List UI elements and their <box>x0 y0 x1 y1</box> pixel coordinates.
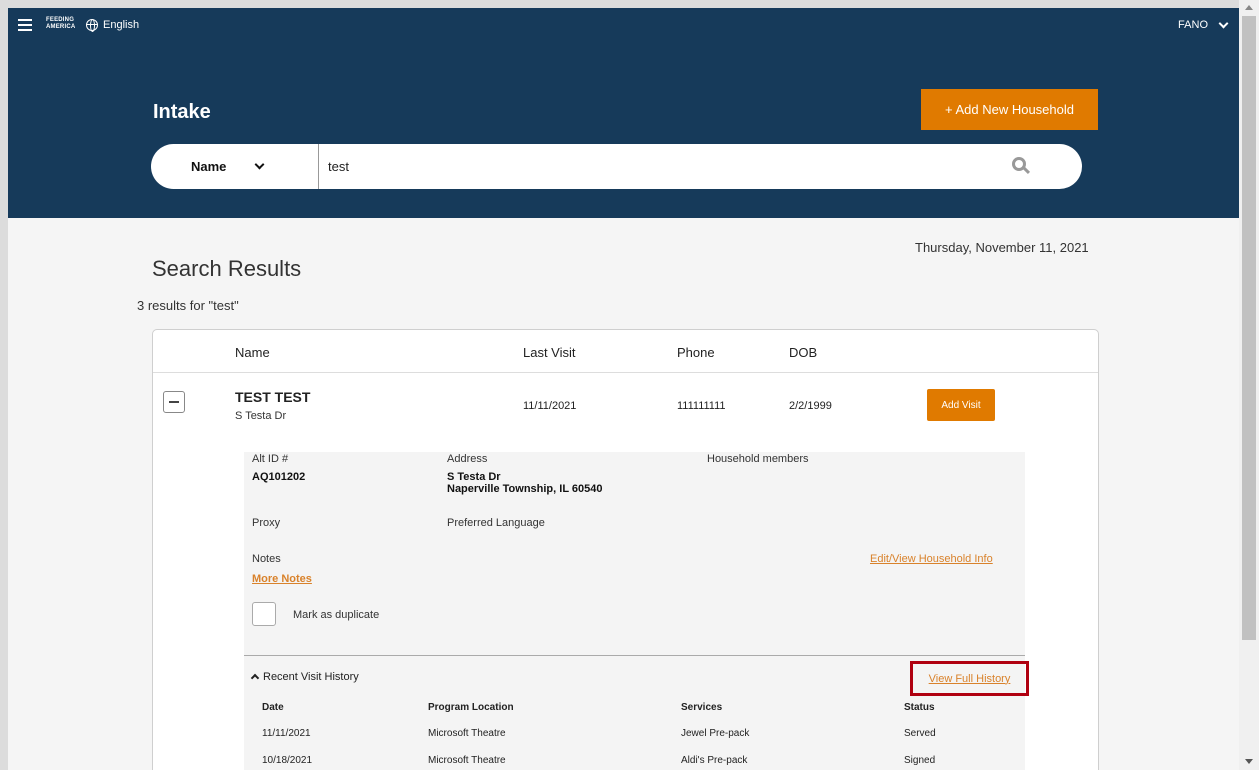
search-input[interactable]: test <box>319 159 1082 174</box>
history-row-location: Microsoft Theatre <box>428 728 506 739</box>
mark-duplicate-label: Mark as duplicate <box>293 609 380 621</box>
results-count: 3 results for "test" <box>137 298 239 313</box>
page-title: Intake <box>153 101 211 123</box>
menu-icon[interactable] <box>18 19 32 31</box>
language-label: English <box>103 19 140 31</box>
more-notes-link[interactable]: More Notes <box>252 573 312 585</box>
chevron-down-icon <box>1218 18 1229 28</box>
scrollbar-thumb[interactable] <box>1242 16 1256 640</box>
history-column-services: Services <box>681 702 723 713</box>
collapse-row-button[interactable] <box>163 391 185 413</box>
vertical-scrollbar[interactable] <box>1239 0 1259 770</box>
household-members-label: Household members <box>707 453 809 465</box>
address-line-1: S Testa Dr <box>447 471 501 483</box>
household-name[interactable]: TEST TEST <box>235 389 310 405</box>
household-phone: 111111111 <box>677 400 726 412</box>
chevron-up-icon <box>250 673 260 683</box>
current-date: Thursday, November 11, 2021 <box>915 240 1089 255</box>
view-full-history-highlight: View Full History <box>910 661 1029 696</box>
history-row-status: Signed <box>904 755 936 766</box>
section-divider <box>244 655 1025 656</box>
column-header-phone[interactable]: Phone <box>677 345 715 360</box>
history-row-location: Microsoft Theatre <box>428 755 506 766</box>
household-dob: 2/2/1999 <box>789 400 832 412</box>
history-column-location: Program Location <box>428 702 514 713</box>
mark-duplicate-checkbox[interactable] <box>252 602 276 626</box>
household-detail-panel: Alt ID # AQ101202 Address S Testa Dr Nap… <box>244 452 1029 770</box>
table-header: Name Last Visit Phone DOB <box>153 330 1098 373</box>
recent-visit-history-toggle[interactable]: Recent Visit History <box>250 671 359 683</box>
page-header: FEEDING AMERICA English FANO Intake + Ad… <box>8 8 1239 218</box>
add-visit-button[interactable]: Add Visit <box>927 389 995 421</box>
results-title: Search Results <box>152 256 302 281</box>
column-header-last-visit[interactable]: Last Visit <box>523 345 576 360</box>
recent-visit-history-title: Recent Visit History <box>263 671 359 683</box>
history-column-date: Date <box>262 702 284 713</box>
proxy-label: Proxy <box>252 517 281 529</box>
history-row-date: 10/18/2021 <box>262 755 313 766</box>
globe-icon <box>86 19 98 32</box>
feeding-america-logo[interactable]: FEEDING AMERICA <box>46 17 78 31</box>
language-selector[interactable]: English <box>86 19 140 32</box>
notes-label: Notes <box>252 553 281 565</box>
column-header-name[interactable]: Name <box>235 345 270 360</box>
logo-line-1: FEEDING <box>46 17 75 23</box>
search-field-label: Name <box>191 159 227 174</box>
search-bar: Name test <box>151 144 1082 189</box>
page-viewport: FEEDING AMERICA English FANO Intake + Ad… <box>8 8 1239 770</box>
preferred-language-label: Preferred Language <box>447 517 545 529</box>
household-last-visit: 11/11/2021 <box>523 400 577 412</box>
chevron-down-icon <box>254 159 265 170</box>
edit-view-household-link[interactable]: Edit/View Household Info <box>870 553 993 565</box>
history-row-status: Served <box>904 728 936 739</box>
add-new-household-button[interactable]: + Add New Household <box>921 89 1098 130</box>
view-full-history-link[interactable]: View Full History <box>929 673 1011 685</box>
household-address: S Testa Dr <box>235 410 287 422</box>
history-row-date: 11/11/2021 <box>262 728 311 739</box>
alt-id-label: Alt ID # <box>252 453 289 465</box>
logo-line-2: AMERICA <box>46 24 76 30</box>
scroll-down-arrow-icon[interactable] <box>1245 759 1253 764</box>
user-menu[interactable]: FANO <box>1178 18 1229 31</box>
alt-id-value: AQ101202 <box>252 471 306 483</box>
column-header-dob[interactable]: DOB <box>789 345 817 360</box>
top-bar: FEEDING AMERICA English FANO <box>8 8 1239 42</box>
results-table: Name Last Visit Phone DOB TEST TEST S Te… <box>152 329 1099 770</box>
address-label: Address <box>447 453 488 465</box>
address-line-2: Naperville Township, IL 60540 <box>447 483 603 495</box>
history-row-services: Jewel Pre-pack <box>681 728 750 739</box>
scroll-up-arrow-icon[interactable] <box>1245 5 1253 10</box>
search-icon[interactable] <box>1012 157 1031 175</box>
search-field-dropdown[interactable]: Name <box>151 144 319 189</box>
history-row-services: Aldi's Pre-pack <box>681 755 748 766</box>
history-column-status: Status <box>904 702 935 713</box>
user-name: FANO <box>1178 19 1208 31</box>
